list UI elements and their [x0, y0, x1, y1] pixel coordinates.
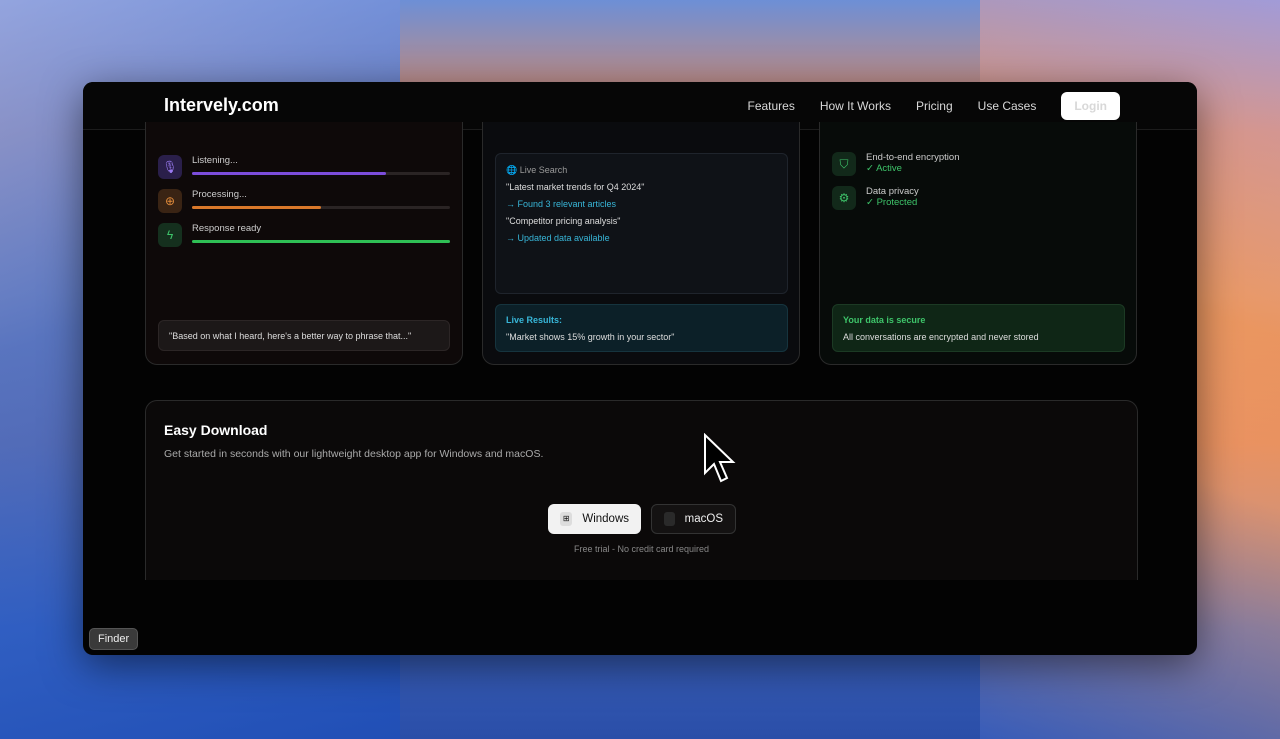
windows-icon: ⊞	[560, 512, 573, 526]
progress-fill	[192, 206, 321, 209]
live-search-title: Live Search	[519, 165, 568, 175]
step-label: Processing...	[192, 189, 247, 200]
gear-icon: ⚙	[832, 186, 856, 210]
search-query: "Competitor pricing analysis"	[506, 216, 621, 226]
security-card: ⛉ End-to-end encryption ✓ Active ⚙ Data pri…	[819, 122, 1137, 365]
search-query: "Latest market trends for Q4 2024"	[506, 182, 645, 192]
security-status: ✓ Active	[866, 163, 902, 174]
login-button[interactable]: Login	[1061, 91, 1120, 120]
nav-pricing[interactable]: Pricing	[916, 99, 953, 113]
ai-processing-card: 🎙 Listening... ⊕ Processing... ϟ Response r…	[145, 122, 463, 365]
dock-tooltip-finder: Finder	[89, 628, 139, 650]
progress-bar	[192, 206, 450, 209]
brain-icon: ⊕	[158, 189, 182, 213]
shield-icon: ⛉	[832, 152, 856, 176]
windows-download-button[interactable]: ⊞ Windows	[548, 504, 641, 534]
microphone-icon: 🎙	[158, 155, 182, 179]
security-label: Data privacy	[866, 186, 919, 197]
macos-download-button[interactable]: macOS	[651, 504, 736, 534]
progress-bar	[192, 240, 450, 243]
live-results-text: "Market shows 15% growth in your sector"	[506, 332, 675, 342]
secure-title: Your data is secure	[843, 315, 926, 325]
download-subtitle: Get started in seconds with our lightwei…	[164, 448, 544, 460]
free-trial-note: Free trial - No credit card required	[573, 544, 710, 554]
globe-icon: 🌐	[506, 165, 518, 175]
nav-use-cases[interactable]: Use Cases	[978, 99, 1037, 113]
progress-bar	[192, 172, 450, 175]
search-result: → Found 3 relevant articles	[506, 199, 617, 209]
progress-fill	[192, 240, 450, 243]
nav-how-it-works[interactable]: How It Works	[820, 99, 891, 113]
live-search-card: 🌐 Live Search "Latest market trends for …	[482, 122, 800, 365]
secure-text: All conversations are encrypted and neve…	[843, 332, 1039, 342]
windows-label: Windows	[582, 513, 629, 525]
security-label: End-to-end encryption	[866, 152, 960, 163]
apple-icon	[664, 512, 675, 526]
download-title: Easy Download	[164, 422, 268, 438]
download-section: Easy Download Get started in seconds wit…	[145, 400, 1138, 580]
macos-label: macOS	[684, 513, 723, 525]
logo[interactable]: Intervely.com	[164, 95, 279, 116]
progress-fill	[192, 172, 386, 175]
security-status: ✓ Protected	[866, 197, 918, 208]
nav-features[interactable]: Features	[747, 99, 794, 113]
mouse-pointer-icon	[704, 433, 736, 483]
step-label: Listening...	[192, 155, 238, 166]
browser-window: Intervely.com Features How It Works Pric…	[83, 82, 1197, 655]
step-label: Response ready	[192, 223, 262, 234]
lightning-icon: ϟ	[158, 223, 182, 247]
search-result: → Updated data available	[506, 233, 610, 243]
live-results-title: Live Results:	[506, 315, 563, 325]
suggestion-quote: "Based on what I heard, here's a better …	[158, 320, 450, 351]
